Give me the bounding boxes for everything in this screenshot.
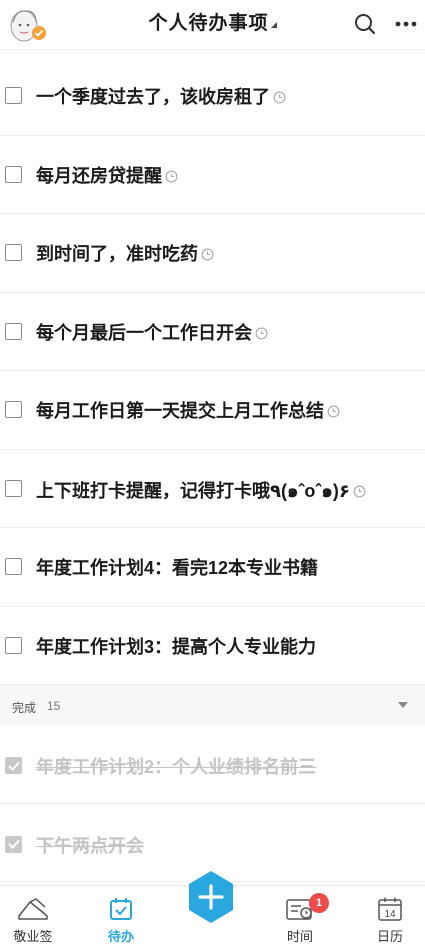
tag-icon	[18, 898, 48, 920]
todo-item[interactable]: 一个季度过去了，该收房租了	[0, 57, 425, 136]
page-title: 个人待办事项	[148, 13, 269, 34]
completed-text: 年度工作计划2：个人业绩排名前三	[36, 757, 317, 777]
todo-text: 到时间了，准时吃药	[36, 244, 198, 264]
tab-jingyeqian[interactable]: 敬业签	[3, 892, 63, 945]
completed-label: 完成	[12, 701, 37, 715]
todo-checkbox[interactable]	[5, 165, 22, 183]
todo-text: 年度工作计划3：提高个人专业能力	[36, 636, 317, 657]
clock-icon	[255, 327, 268, 339]
todo-text: 一个季度过去了，该收房租了	[36, 87, 270, 107]
todo-text: 每个月最后一个工作日开会	[36, 322, 252, 343]
todo-checkbox[interactable]	[5, 244, 22, 261]
todo-text: 每月工作日第一天提交上月工作总结	[36, 401, 324, 421]
todo-item[interactable]: 每个月最后一个工作日开会	[0, 293, 425, 371]
check-icon	[7, 839, 20, 849]
completed-checkbox[interactable]	[5, 835, 22, 853]
todo-checkbox[interactable]	[5, 322, 22, 340]
calendar-day-number: 14	[384, 909, 396, 920]
completed-count: 15	[47, 699, 61, 713]
todo-item[interactable]: 年度工作计划3：提高个人专业能力	[0, 607, 425, 685]
completed-text: 下午两点开会	[36, 835, 144, 856]
todo-text: 上下班打卡提醒，记得打卡哦٩(๑ˆoˆ๑)۶	[36, 480, 350, 501]
plus-hexagon-icon	[189, 871, 233, 923]
clock-icon	[353, 485, 366, 497]
calendar-check-icon	[110, 898, 132, 920]
notification-badge: 1	[309, 893, 329, 913]
completed-item[interactable]: 年度工作计划2：个人业绩排名前三	[0, 725, 425, 804]
clock-icon	[165, 170, 178, 182]
clock-icon	[327, 405, 340, 418]
todo-list: 一个季度过去了，该收房租了 每月还房贷提醒 到时间了，准时吃药 每个月最后一个工…	[0, 57, 425, 685]
completed-checkbox[interactable]	[5, 757, 22, 774]
todo-checkbox[interactable]	[5, 636, 22, 654]
more-button[interactable]	[392, 10, 420, 38]
todo-item[interactable]: 到时间了，准时吃药	[0, 214, 425, 293]
search-button[interactable]	[351, 10, 379, 38]
tab-label: 时间	[286, 929, 313, 944]
tab-todo[interactable]: 待办	[91, 892, 151, 945]
collapse-arrow-icon[interactable]	[398, 702, 408, 708]
todo-item[interactable]: 年度工作计划4：看完12本专业书籍	[0, 528, 425, 607]
dropdown-caret-icon	[270, 22, 277, 28]
todo-item[interactable]: 每月工作日第一天提交上月工作总结	[0, 371, 425, 450]
check-icon	[7, 761, 20, 771]
clock-icon	[201, 248, 214, 261]
clock-icon	[273, 91, 286, 104]
todo-checkbox[interactable]	[5, 401, 22, 418]
todo-checkbox[interactable]	[5, 87, 22, 104]
todo-checkbox[interactable]	[5, 558, 22, 575]
todo-checkbox[interactable]	[5, 479, 22, 497]
tab-label: 敬业签	[13, 929, 53, 944]
todo-text: 每月还房贷提醒	[36, 165, 162, 186]
top-bar: 个人待办事项	[0, 0, 425, 50]
completed-list: 年度工作计划2：个人业绩排名前三 下午两点开会	[0, 725, 425, 882]
tab-label: 待办	[107, 929, 134, 944]
tab-label: 日历	[376, 929, 403, 944]
more-dots-icon	[395, 21, 417, 27]
todo-text: 年度工作计划4：看完12本专业书籍	[36, 558, 319, 578]
add-button[interactable]	[186, 869, 236, 925]
todo-item[interactable]: 上下班打卡提醒，记得打卡哦٩(๑ˆoˆ๑)۶	[0, 450, 425, 528]
completed-section-header[interactable]: 完成 15	[0, 685, 425, 725]
todo-item[interactable]: 每月还房贷提醒	[0, 136, 425, 214]
tab-calendar[interactable]: 14 日历	[360, 892, 420, 945]
search-icon	[355, 14, 376, 35]
